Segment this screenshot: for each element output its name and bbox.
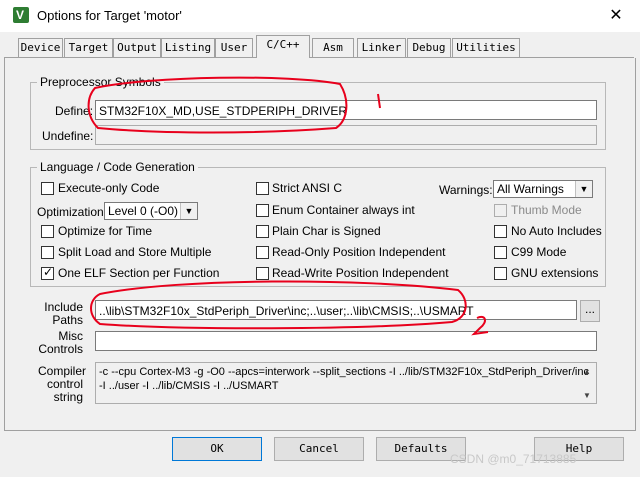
red-annotation-overlay <box>87 76 489 336</box>
tab-c-cpp[interactable]: C/C++ <box>256 35 310 58</box>
number-two-annotation <box>471 316 489 336</box>
csdn-watermark: CSDN @m0_71713885 <box>450 452 577 466</box>
define-circle-annotation <box>87 76 348 134</box>
number-one-annotation <box>377 93 381 109</box>
include-circle-annotation <box>90 280 467 330</box>
